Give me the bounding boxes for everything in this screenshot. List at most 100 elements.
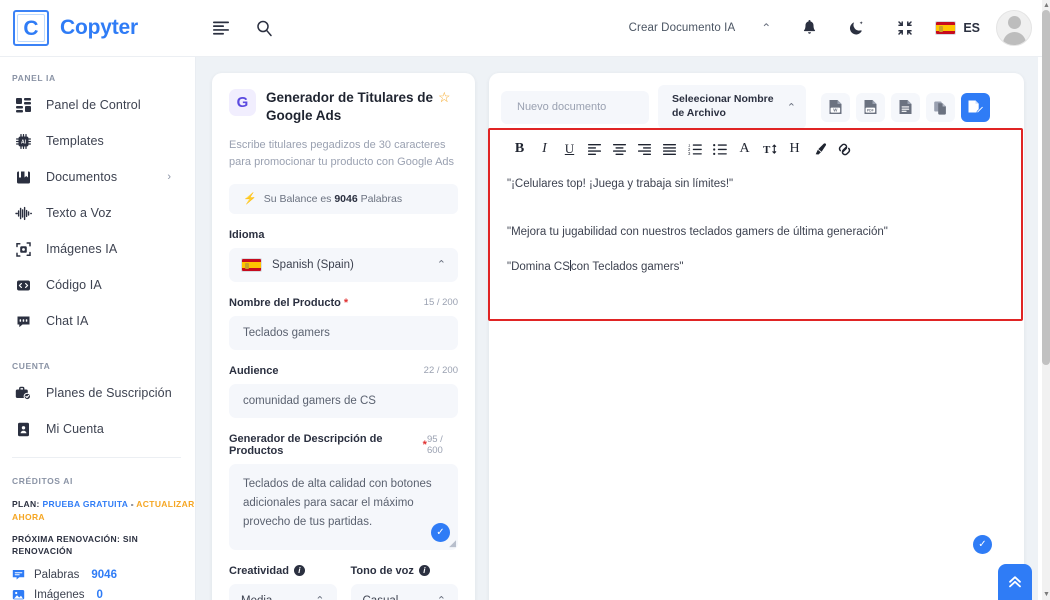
file-name-select[interactable]: Seleecionar Nombre de Archivo ⌃: [658, 85, 806, 129]
check-circle-icon[interactable]: ✓: [973, 535, 992, 554]
chevron-up-icon[interactable]: ⌃: [761, 21, 771, 35]
save-document-button[interactable]: [961, 92, 990, 122]
scroll-to-top-button[interactable]: [998, 564, 1032, 600]
create-document-button[interactable]: Crear Documento IA: [629, 22, 736, 34]
sidebar-item-templates[interactable]: AI Templates: [0, 123, 195, 159]
language-select[interactable]: Spanish (Spain) ⌃: [229, 247, 458, 282]
audience-input-value: comunidad gamers de CS: [243, 394, 376, 407]
page-scrollbar[interactable]: ▲ ▼: [1042, 0, 1050, 600]
dashboard-icon: [12, 94, 34, 116]
plan-prefix: PLAN:: [12, 499, 40, 509]
credit-label: Palabras: [34, 569, 80, 581]
required-marker: *: [343, 296, 349, 309]
form-title: Generador de Titulares de Google Ads: [266, 90, 434, 124]
audience-input[interactable]: comunidad gamers de CS: [229, 383, 458, 418]
document-name-input[interactable]: Nuevo documento: [501, 90, 649, 124]
product-input[interactable]: Teclados gamers: [229, 315, 458, 350]
align-justify-button[interactable]: [657, 138, 682, 160]
scrollbar-down-arrow[interactable]: ▼: [1043, 591, 1050, 598]
description-textarea[interactable]: Teclados de alta calidad con botones adi…: [229, 463, 458, 550]
creativity-select[interactable]: Media ⌃: [229, 583, 337, 600]
search-icon[interactable]: [249, 13, 279, 43]
sidebar-item-texto-a-voz[interactable]: Texto a Voz: [0, 195, 195, 231]
heading-button[interactable]: H: [782, 138, 807, 160]
description-textarea-value: Teclados de alta calidad con botones adi…: [243, 477, 432, 529]
sidebar-item-mi-cuenta[interactable]: Mi Cuenta: [0, 411, 195, 447]
check-circle-icon[interactable]: ✓: [431, 522, 450, 542]
sidebar-item-label: Código IA: [46, 278, 102, 292]
svg-text:PDF: PDF: [867, 109, 874, 113]
tone-select[interactable]: Casual ⌃: [350, 583, 458, 600]
link-button[interactable]: [832, 138, 857, 160]
unordered-list-button[interactable]: [707, 138, 732, 160]
resize-grip-icon[interactable]: ◢: [449, 538, 456, 549]
chevron-up-icon: ⌃: [437, 594, 446, 600]
star-outline-icon[interactable]: ☆: [438, 89, 451, 106]
tone-value: Casual: [363, 595, 399, 600]
export-word-button[interactable]: W: [821, 92, 850, 122]
language-selector[interactable]: ES: [935, 21, 980, 35]
balance-banner: ⚡ Su Balance es 9046 Palabras: [229, 183, 458, 214]
align-right-button[interactable]: [632, 138, 657, 160]
sidebar-item-label: Texto a Voz: [46, 206, 112, 220]
sidebar-section-credits: CRÉDITOS AI: [12, 476, 73, 486]
editor-content[interactable]: "¡Celulares top! ¡Juega y trabaja sin lí…: [489, 168, 1024, 276]
export-buttons: W PDF: [821, 92, 990, 122]
menu-lines-icon[interactable]: [206, 13, 236, 43]
info-icon[interactable]: i: [418, 565, 430, 577]
tone-field: Tono de voz i Casual ⌃: [350, 550, 458, 600]
sidebar-item-documentos[interactable]: Documentos ›: [0, 159, 195, 195]
align-center-button[interactable]: [607, 138, 632, 160]
ordered-list-button[interactable]: 123: [682, 138, 707, 160]
audience-label-text: Audience: [229, 364, 279, 377]
sidebar-item-label: Planes de Suscripción: [46, 386, 172, 400]
avatar[interactable]: [996, 10, 1032, 46]
file-name-select-label: Seleecionar Nombre de Archivo: [672, 93, 774, 119]
compress-icon[interactable]: [890, 13, 920, 43]
sidebar-section-panel: PANEL IA: [12, 73, 56, 83]
credit-value: 9046: [91, 569, 117, 581]
italic-button[interactable]: I: [532, 138, 557, 160]
editor-line: "Mejora tu jugabilidad con nuestros tecl…: [507, 226, 888, 239]
underline-button[interactable]: U: [557, 138, 582, 160]
scrollbar-up-arrow[interactable]: ▲: [1043, 2, 1050, 9]
editor-line-text-before: "Domina CS: [507, 260, 570, 273]
highlight-button[interactable]: [807, 138, 832, 160]
bell-icon[interactable]: [794, 13, 824, 43]
image-frame-icon: [12, 238, 34, 260]
generator-form-card: G Generador de Titulares de Google Ads ☆…: [212, 73, 475, 600]
creativity-tone-row: Creatividad i Media ⌃ Tono de voz i Casu…: [229, 550, 458, 600]
chevron-up-icon: ⌃: [436, 259, 446, 272]
font-size-button[interactable]: T: [757, 138, 782, 160]
font-color-button[interactable]: A: [732, 138, 757, 160]
svg-text:AI: AI: [21, 139, 27, 145]
sidebar-item-planes-de-suscripcion[interactable]: Planes de Suscripción: [0, 375, 195, 411]
sidebar-item-label: Templates: [46, 134, 104, 148]
top-header: C Copyter Crear Documento IA ⌃ ES: [0, 0, 1042, 57]
balance-text: Su Balance es 9046 Palabras: [264, 193, 402, 205]
spain-flag-icon: [935, 21, 957, 35]
sidebar-item-panel-de-control[interactable]: Panel de Control: [0, 87, 195, 123]
sidebar-item-label: Documentos: [46, 170, 118, 184]
waveform-icon: [12, 202, 34, 224]
moon-icon[interactable]: [842, 13, 872, 43]
info-icon[interactable]: i: [293, 565, 305, 577]
bold-button[interactable]: B: [507, 138, 532, 160]
audience-field-label: Audience 22 / 200: [229, 365, 458, 377]
sidebar-item-chat-ia[interactable]: Chat IA: [0, 303, 195, 339]
brand[interactable]: C Copyter: [0, 10, 196, 46]
export-pdf-button[interactable]: PDF: [856, 92, 885, 122]
svg-text:T: T: [763, 144, 771, 155]
copy-button[interactable]: [926, 92, 955, 122]
align-left-button[interactable]: [582, 138, 607, 160]
sidebar-item-imagenes-ia[interactable]: Imágenes IA: [0, 231, 195, 267]
scrollbar-thumb[interactable]: [1042, 10, 1050, 365]
export-text-button[interactable]: [891, 92, 920, 122]
chat-bubble-icon: [12, 568, 26, 582]
creativity-value: Media: [241, 595, 272, 600]
brand-logo-icon: C: [13, 10, 49, 46]
product-input-value: Teclados gamers: [243, 326, 330, 339]
sidebar-item-codigo-ia[interactable]: Código IA: [0, 267, 195, 303]
tone-label-text: Tono de voz: [350, 564, 414, 577]
brand-logo-letter: C: [23, 16, 39, 40]
